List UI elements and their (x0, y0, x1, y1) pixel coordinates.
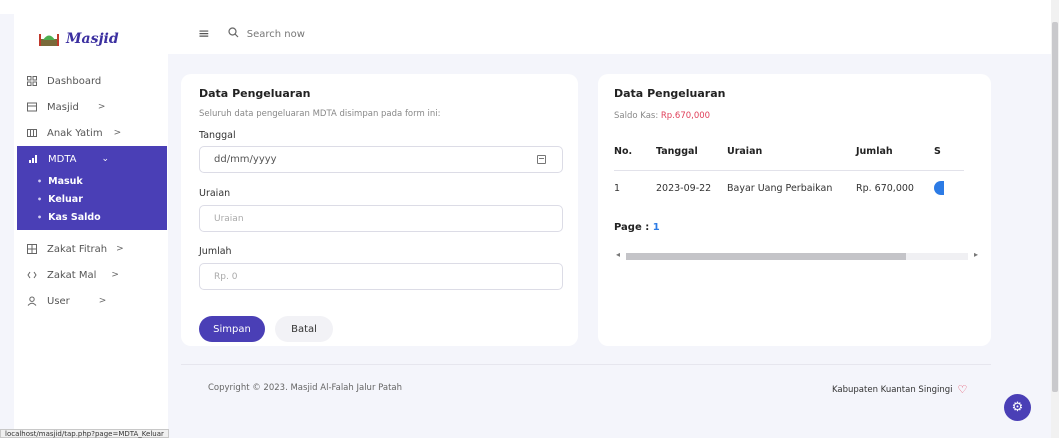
footer-location: Kabupaten Kuantan Singingi ♡ (832, 383, 967, 396)
bar-chart-icon (27, 153, 39, 165)
search-bar[interactable]: Search now (228, 27, 305, 41)
sidebar-subitem-keluar[interactable]: • Keluar (17, 190, 167, 208)
pagination: Page : 1 (614, 222, 660, 233)
footer-divider (181, 364, 991, 365)
column-header: Tanggal (656, 134, 727, 171)
scroll-right-icon[interactable]: ▸ (974, 250, 978, 259)
chevron-right-icon: > (98, 296, 107, 306)
app: Masjid Dashboard Masjid > Anak Yatim > M… (0, 14, 1059, 438)
search-icon (228, 27, 239, 41)
tanggal-value: dd/mm/yyyy (214, 154, 277, 165)
pengeluaran-table: No. Tanggal Uraian Jumlah S 1 2023-09-22… (614, 134, 964, 206)
code-icon (26, 269, 38, 281)
cell-status (934, 170, 964, 206)
footer-location-text: Kabupaten Kuantan Singingi (832, 384, 953, 395)
tanggal-field[interactable]: dd/mm/yyyy (199, 146, 563, 173)
cell-no: 1 (614, 182, 621, 194)
column-header: Jumlah (856, 134, 934, 171)
sidebar-item-user[interactable]: User > (14, 288, 168, 314)
calendar-icon[interactable] (537, 155, 546, 164)
page-label: Page : (614, 222, 650, 233)
scroll-left-icon[interactable]: ◂ (616, 250, 620, 259)
cell-jumlah: Rp. 670,000 (856, 182, 914, 194)
heart-icon: ♡ (957, 383, 968, 396)
column-header: S (934, 134, 964, 171)
footer-copyright: Copyright © 2023. Masjid Al-Falah Jalur … (208, 383, 403, 393)
chevron-right-icon: > (113, 128, 122, 138)
sidebar-item-dashboard[interactable]: Dashboard (14, 68, 168, 94)
saldo-label: Saldo Kas: (614, 111, 659, 121)
list-title: Data Pengeluaran (614, 87, 726, 100)
table-header-row: No. Tanggal Uraian Jumlah S (614, 134, 964, 171)
column-header: Uraian (727, 134, 856, 171)
sidebar-item-label: Zakat Mal (47, 269, 97, 281)
sidebar-item-mdta[interactable]: MDTA ⌄ (17, 146, 167, 172)
sidebar-item-label: MDTA (48, 153, 77, 165)
sidebar: Masjid Dashboard Masjid > Anak Yatim > M… (14, 14, 168, 438)
jumlah-placeholder: Rp. 0 (214, 271, 238, 282)
list-card: Data Pengeluaran Saldo Kas: Rp.670,000 N… (598, 74, 991, 346)
sidebar-subitem-kas-saldo[interactable]: • Kas Saldo (17, 208, 167, 226)
sidebar-item-label: User (47, 295, 70, 307)
sidebar-item-zakat-mal[interactable]: Zakat Mal > (14, 262, 168, 288)
bullet-icon: • (37, 212, 43, 222)
vertical-scrollbar[interactable] (1051, 0, 1059, 438)
menu-toggle-icon[interactable]: ≡ (198, 26, 210, 42)
columns-icon (26, 127, 38, 139)
sidebar-subitem-label: Kas Saldo (48, 211, 101, 223)
table-icon (26, 243, 38, 255)
sidebar-subitem-masuk[interactable]: • Masuk (17, 172, 167, 190)
chevron-right-icon: > (116, 244, 124, 254)
chevron-right-icon: > (111, 270, 119, 280)
sidebar-item-masjid[interactable]: Masjid > (14, 94, 168, 120)
mosque-logo-icon (38, 31, 60, 47)
sidebar-item-mdta-group: MDTA ⌄ • Masuk • Keluar • Kas Saldo (17, 146, 167, 230)
user-icon (26, 295, 38, 307)
jumlah-label: Jumlah (199, 246, 232, 257)
building-icon (26, 101, 38, 113)
cancel-button[interactable]: Batal (275, 316, 333, 342)
uraian-label: Uraian (199, 188, 231, 199)
form-card: Data Pengeluaran Seluruh data pengeluara… (181, 74, 578, 346)
form-title: Data Pengeluaran (199, 87, 311, 100)
tanggal-label: Tanggal (199, 130, 236, 141)
brand-logo[interactable]: Masjid (38, 28, 119, 50)
scroll-thumb[interactable] (626, 253, 906, 260)
sidebar-subitem-label: Masuk (48, 175, 83, 187)
sidebar-item-zakat-fitrah[interactable]: Zakat Fitrah > (14, 236, 168, 262)
saldo-value: Rp.670,000 (660, 111, 711, 121)
saldo-kas: Saldo Kas: Rp.670,000 (614, 111, 710, 121)
table-row[interactable]: 1 2023-09-22 Bayar Uang Perbaikan Rp. 67… (614, 170, 964, 206)
top-header: ≡ Search now (168, 14, 1059, 54)
save-button[interactable]: Simpan (199, 316, 265, 342)
uraian-field[interactable]: Uraian (199, 205, 563, 232)
settings-gear-icon[interactable]: ⚙ (1004, 394, 1031, 421)
chevron-down-icon: ⌄ (101, 154, 110, 164)
bullet-icon: • (37, 194, 43, 204)
uraian-placeholder: Uraian (214, 213, 244, 224)
sidebar-nav: Dashboard Masjid > Anak Yatim > MDTA ⌄ •… (14, 68, 168, 314)
jumlah-field[interactable]: Rp. 0 (199, 263, 563, 290)
search-input[interactable]: Search now (247, 29, 305, 40)
sidebar-item-label: Zakat Fitrah (47, 243, 108, 255)
sidebar-subitem-label: Keluar (48, 193, 83, 205)
bullet-icon: • (37, 176, 43, 186)
sidebar-item-label: Dashboard (47, 75, 102, 87)
sidebar-item-label: Masjid (47, 101, 79, 113)
page-link[interactable]: 1 (653, 222, 660, 233)
cell-uraian: Bayar Uang Perbaikan (727, 182, 833, 194)
sidebar-item-anak-yatim[interactable]: Anak Yatim > (14, 120, 168, 146)
scroll-thumb[interactable] (1052, 22, 1058, 392)
brand-name: Masjid (66, 31, 119, 47)
sidebar-item-label: Anak Yatim (47, 127, 103, 139)
chevron-right-icon: > (97, 102, 106, 112)
status-bar-url: localhost/masjid/tap.php?page=MDTA_Kelua… (0, 429, 169, 438)
grid-icon (26, 75, 38, 87)
status-badge[interactable] (934, 181, 944, 196)
horizontal-scrollbar[interactable]: ◂ ▸ (616, 250, 978, 262)
top-strip (0, 0, 1059, 14)
form-subtitle: Seluruh data pengeluaran MDTA disimpan p… (199, 109, 441, 119)
column-header: No. (614, 134, 656, 171)
cell-tanggal: 2023-09-22 (656, 182, 712, 194)
